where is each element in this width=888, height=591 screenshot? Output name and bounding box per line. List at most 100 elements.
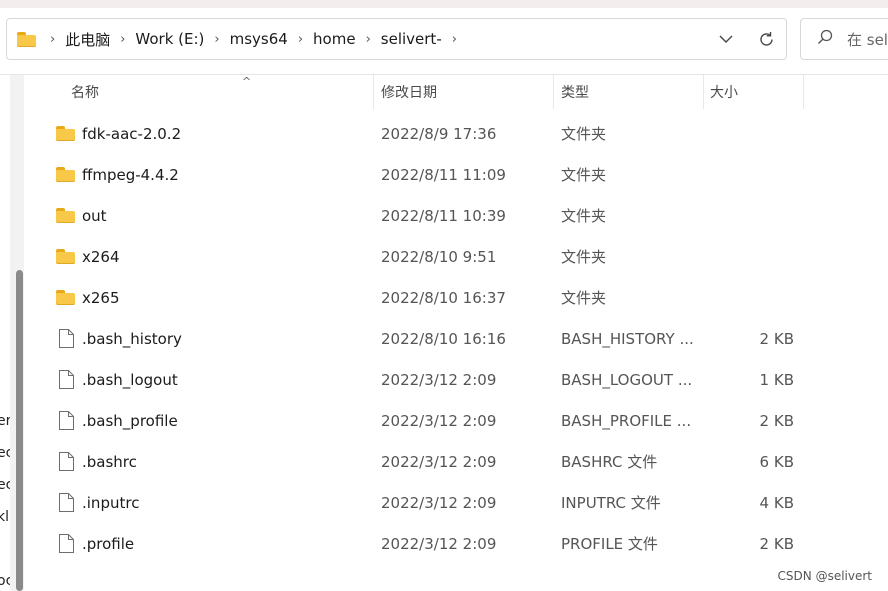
file-name-cell[interactable]: .bash_history: [56, 318, 182, 359]
file-date: 2022/3/12 2:09: [381, 493, 497, 512]
file-type: BASH_LOGOUT ...: [561, 370, 693, 389]
file-name-cell[interactable]: .bashrc: [56, 441, 137, 482]
file-name: .bash_history: [82, 329, 182, 348]
file-row[interactable]: out 2022/8/11 10:39 文件夹: [30, 195, 888, 236]
file-row[interactable]: fdk-aac-2.0.2 2022/8/9 17:36 文件夹: [30, 113, 888, 154]
file-type: INPUTRC 文件: [561, 494, 661, 512]
file-date: 2022/3/12 2:09: [381, 534, 497, 553]
file-type: 文件夹: [561, 125, 607, 143]
file-size: [730, 195, 794, 236]
chevron-right-icon[interactable]: ›: [114, 32, 131, 47]
file-date: 2022/8/10 16:16: [381, 329, 506, 348]
chevron-right-icon[interactable]: ›: [208, 32, 225, 47]
file-row[interactable]: .bashrc 2022/3/12 2:09 BASHRC 文件 6 KB: [30, 441, 888, 482]
breadcrumb-item-this-pc[interactable]: 此电脑: [61, 29, 114, 50]
search-input[interactable]: 在 sel: [800, 18, 888, 60]
chevron-right-icon[interactable]: ›: [292, 32, 309, 47]
folder-icon: [56, 249, 75, 264]
folder-icon: [56, 208, 75, 223]
file-type: 文件夹: [561, 166, 607, 184]
file-icon: [59, 493, 74, 512]
file-name: ffmpeg-4.4.2: [82, 165, 179, 184]
breadcrumb-item-selivert[interactable]: selivert-: [377, 30, 446, 48]
breadcrumb-item-home[interactable]: home: [309, 30, 360, 48]
column-divider[interactable]: [553, 75, 554, 109]
file-name: fdk-aac-2.0.2: [82, 124, 182, 143]
file-name-cell[interactable]: ffmpeg-4.4.2: [56, 154, 179, 195]
column-divider[interactable]: [373, 75, 374, 109]
file-date: 2022/8/11 10:39: [381, 206, 506, 225]
column-header-size[interactable]: 大小: [710, 75, 738, 109]
file-size: 2 KB: [759, 411, 794, 430]
file-row[interactable]: .bash_profile 2022/3/12 2:09 BASH_PROFILE …: [30, 400, 888, 441]
file-name: .bash_logout: [82, 370, 178, 389]
file-name-cell[interactable]: out: [56, 195, 107, 236]
file-row[interactable]: .inputrc 2022/3/12 2:09 INPUTRC 文件 4 KB: [30, 482, 888, 523]
file-type: 文件夹: [561, 207, 607, 225]
file-list: fdk-aac-2.0.2 2022/8/9 17:36 文件夹 ffmpeg-4.4…: [30, 113, 888, 564]
file-type: 文件夹: [561, 289, 607, 307]
file-icon: [59, 411, 74, 430]
file-date: 2022/8/10 16:37: [381, 288, 506, 307]
file-row[interactable]: ffmpeg-4.4.2 2022/8/11 11:09 文件夹: [30, 154, 888, 195]
breadcrumb: › 此电脑 › Work (E:) › msys64 › home › seli…: [17, 19, 463, 59]
file-row[interactable]: x264 2022/8/10 9:51 文件夹: [30, 236, 888, 277]
file-size: 4 KB: [759, 493, 794, 512]
folder-icon: [56, 167, 75, 182]
nav-text-fragment[interactable]: kl: [0, 509, 9, 525]
file-name-cell[interactable]: x265: [56, 277, 120, 318]
column-divider[interactable]: [803, 75, 804, 109]
file-name: x264: [82, 247, 120, 266]
sort-ascending-icon: ^: [242, 75, 252, 88]
column-header-type[interactable]: 类型: [561, 75, 589, 109]
column-header-name[interactable]: 名称: [71, 75, 99, 109]
file-name-cell[interactable]: .inputrc: [56, 482, 139, 523]
file-name-cell[interactable]: .profile: [56, 523, 134, 564]
chevron-right-icon[interactable]: ›: [360, 32, 377, 47]
file-type: 文件夹: [561, 248, 607, 266]
watermark: CSDN @selivert: [777, 569, 872, 583]
file-date: 2022/3/12 2:09: [381, 411, 497, 430]
file-type: BASHRC 文件: [561, 453, 658, 471]
file-size: 6 KB: [759, 452, 794, 471]
refresh-icon[interactable]: [746, 19, 786, 59]
file-name: .bashrc: [82, 452, 137, 471]
file-name: .bash_profile: [82, 411, 178, 430]
file-size: [730, 236, 794, 277]
folder-icon: [56, 126, 75, 141]
file-name: .profile: [82, 534, 135, 553]
nav-scrollbar-thumb[interactable]: [16, 270, 23, 591]
file-icon: [59, 534, 74, 553]
chevron-right-icon[interactable]: ›: [44, 32, 61, 47]
file-size: 1 KB: [759, 370, 794, 389]
file-icon: [59, 370, 74, 389]
breadcrumb-item-work-drive[interactable]: Work (E:): [131, 30, 208, 48]
file-size: [730, 154, 794, 195]
file-size: [730, 277, 794, 318]
file-date: 2022/8/11 11:09: [381, 165, 506, 184]
file-icon: [59, 452, 74, 471]
file-size: [730, 113, 794, 154]
column-divider[interactable]: [703, 75, 704, 109]
file-name-cell[interactable]: .bash_logout: [56, 359, 178, 400]
file-name-cell[interactable]: fdk-aac-2.0.2: [56, 113, 181, 154]
file-name-cell[interactable]: .bash_profile: [56, 400, 178, 441]
file-type: PROFILE 文件: [561, 535, 658, 553]
file-row[interactable]: x265 2022/8/10 16:37 文件夹: [30, 277, 888, 318]
file-row[interactable]: .bash_history 2022/8/10 16:16 BASH_HISTORY…: [30, 318, 888, 359]
file-row[interactable]: .bash_logout 2022/3/12 2:09 BASH_LOGOUT ..…: [30, 359, 888, 400]
breadcrumb-item-msys64[interactable]: msys64: [226, 30, 292, 48]
file-name-cell[interactable]: x264: [56, 236, 120, 277]
file-row[interactable]: .profile 2022/3/12 2:09 PROFILE 文件 2 KB: [30, 523, 888, 564]
column-header-row: ^ 名称 修改日期 类型 大小: [30, 75, 888, 109]
file-date: 2022/3/12 2:09: [381, 370, 497, 389]
column-header-date[interactable]: 修改日期: [381, 75, 437, 109]
chevron-down-icon[interactable]: [706, 19, 746, 59]
chevron-right-icon[interactable]: ›: [446, 32, 463, 47]
window-top-strip: [0, 0, 888, 8]
folder-icon: [56, 290, 75, 305]
file-date: 2022/8/9 17:36: [381, 124, 497, 143]
file-icon: [59, 329, 74, 348]
address-bar[interactable]: › 此电脑 › Work (E:) › msys64 › home › seli…: [6, 18, 787, 60]
file-date: 2022/3/12 2:09: [381, 452, 497, 471]
